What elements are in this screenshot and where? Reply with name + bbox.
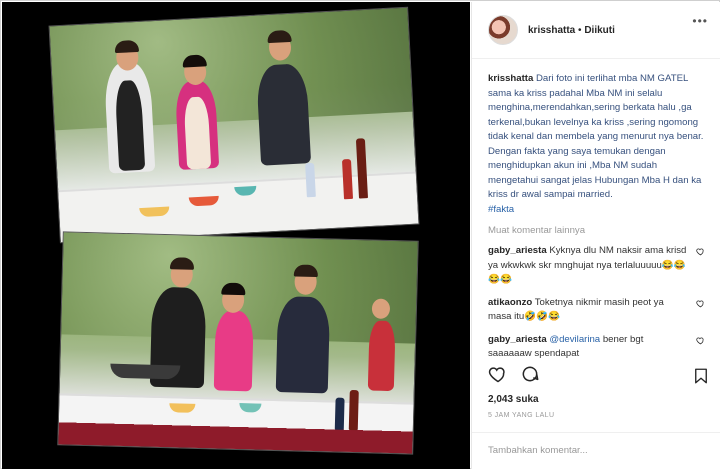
post-photo[interactable] — [2, 2, 470, 469]
header-username[interactable]: krisshatta — [528, 25, 575, 36]
comment-like-icon[interactable] — [696, 336, 705, 345]
post-caption: krisshatta Dari foto ini terlihat mba NM… — [488, 72, 707, 217]
load-more-comments-link[interactable]: Muat komentar lainnya — [488, 225, 707, 236]
add-comment-input[interactable]: Tambahkan komentar... — [472, 432, 720, 469]
post-actions — [488, 364, 540, 384]
caption-username[interactable]: krisshatta — [488, 73, 533, 84]
comment-username[interactable]: gaby_ariesta — [488, 245, 547, 256]
comment-like-icon[interactable] — [696, 299, 705, 308]
comment-mention[interactable]: @devilarina — [549, 334, 600, 345]
comment-like-icon[interactable] — [696, 247, 705, 256]
comment-username[interactable]: atikaonzo — [488, 297, 532, 308]
heart-icon[interactable] — [488, 364, 508, 384]
photo-bottom-cooking-scene — [57, 231, 419, 455]
comment-item: gaby_ariesta Kyknya dlu NM naksir ama kr… — [488, 244, 707, 288]
post-timestamp: 5 JAM YANG LALU — [488, 412, 555, 419]
instagram-post-window: krisshatta • Diikuti ••• krisshatta Dari… — [0, 0, 720, 469]
comment-icon[interactable] — [520, 364, 540, 384]
bookmark-icon[interactable] — [692, 366, 710, 386]
comment-username[interactable]: gaby_ariesta — [488, 334, 547, 345]
header-text: krisshatta • Diikuti — [528, 25, 615, 36]
avatar[interactable] — [488, 15, 518, 45]
post-header: krisshatta • Diikuti ••• — [472, 2, 720, 59]
photo-top-cooking-scene — [48, 6, 420, 244]
comment-item: gaby_ariesta @devilarina bener bgt saaaa… — [488, 333, 707, 362]
post-info-panel: krisshatta • Diikuti ••• krisshatta Dari… — [471, 2, 720, 469]
likes-count[interactable]: 2,043 suka — [488, 394, 539, 405]
more-options-icon[interactable]: ••• — [692, 14, 708, 28]
comment-item: atikaonzo Toketnya nikmir masih peot ya … — [488, 296, 707, 325]
caption-hashtag[interactable]: #fakta — [488, 203, 707, 218]
comments-section: krisshatta Dari foto ini terlihat mba NM… — [472, 60, 720, 362]
header-separator: • — [578, 24, 582, 36]
caption-text: Dari foto ini terlihat mba NM GATEL sama… — [488, 73, 704, 200]
follow-status-button[interactable]: Diikuti — [584, 25, 615, 36]
